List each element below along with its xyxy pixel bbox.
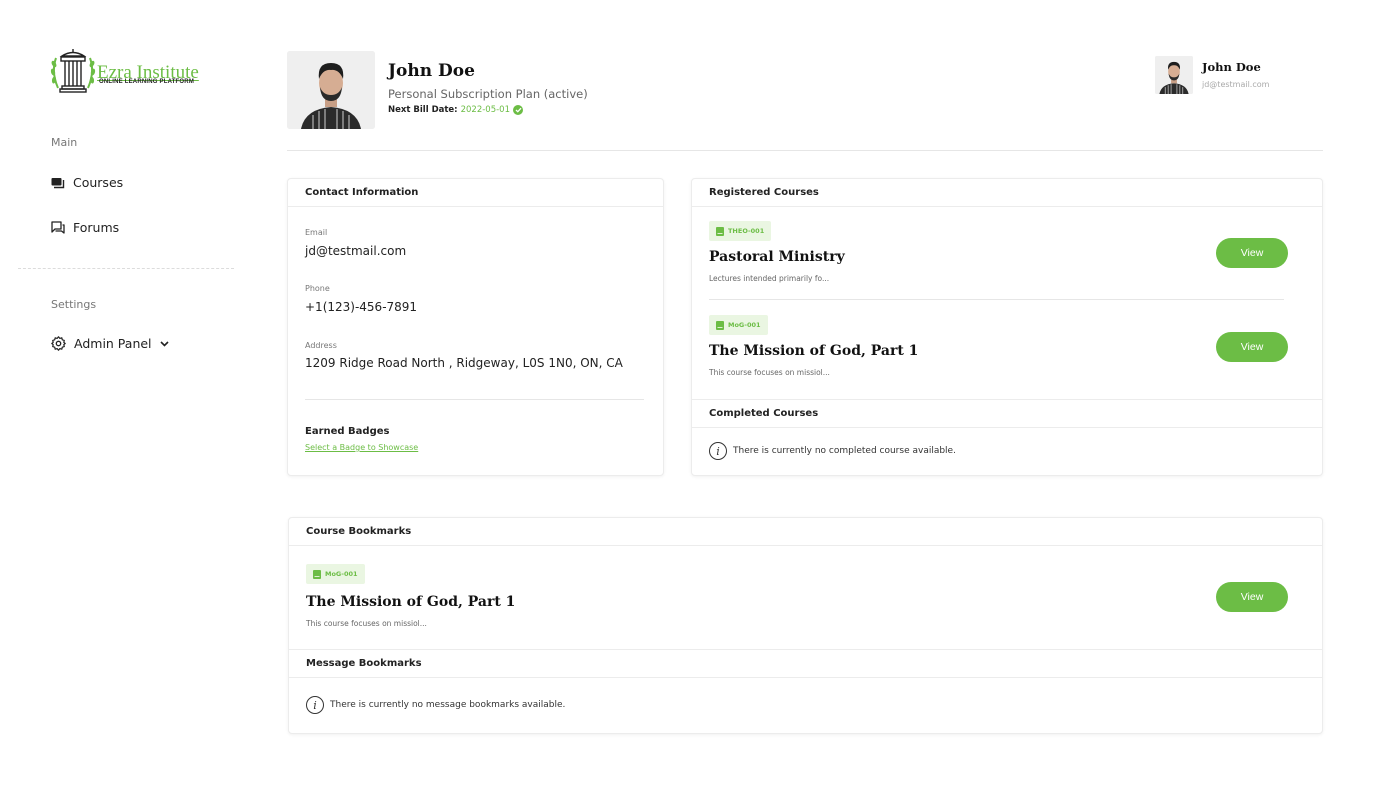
main-section-label: Main bbox=[51, 136, 78, 149]
bookmarks-card: Course Bookmarks MoG-001 The Mission of … bbox=[288, 517, 1323, 734]
sidebar-item-label: Courses bbox=[73, 175, 124, 190]
address-label: Address bbox=[305, 341, 337, 350]
next-bill-date: Next Bill Date: 2022-05-01 bbox=[388, 105, 523, 115]
user-menu-avatar[interactable] bbox=[1155, 56, 1193, 94]
info-icon: i bbox=[306, 696, 324, 714]
sidebar-item-admin-panel[interactable]: Admin Panel bbox=[51, 336, 169, 351]
header-divider bbox=[287, 150, 1323, 151]
contact-information-card: Contact Information Email jd@testmail.co… bbox=[287, 178, 664, 476]
check-circle-icon bbox=[513, 105, 523, 115]
select-badge-link[interactable]: Select a Badge to Showcase bbox=[305, 443, 418, 452]
chevron-down-icon bbox=[159, 340, 169, 347]
course-description: This course focuses on missiol... bbox=[306, 619, 427, 628]
course-code: MoG-001 bbox=[325, 570, 358, 578]
sidebar-item-courses[interactable]: Courses bbox=[51, 175, 123, 190]
email-label: Email bbox=[305, 228, 328, 237]
view-course-button[interactable]: View bbox=[1216, 332, 1288, 362]
empty-message: There is currently no completed course a… bbox=[733, 446, 956, 456]
empty-message: There is currently no message bookmarks … bbox=[330, 700, 566, 710]
contact-card-title: Contact Information bbox=[288, 179, 663, 207]
course-code-tag: MoG-001 bbox=[709, 315, 768, 335]
course-title: Pastoral Ministry bbox=[709, 249, 845, 265]
view-course-button[interactable]: View bbox=[1216, 582, 1288, 612]
brand-tagline: ONLINE LEARNING PLATFORM bbox=[99, 79, 195, 85]
book-icon bbox=[716, 226, 724, 236]
book-icon bbox=[313, 569, 321, 579]
course-code-tag: THEO-001 bbox=[709, 221, 772, 241]
user-menu-email: jd@testmail.com bbox=[1202, 80, 1270, 89]
course-code: MoG-001 bbox=[728, 321, 761, 329]
registered-courses-card: Registered Courses THEO-001 Pastoral Min… bbox=[691, 178, 1323, 476]
completed-courses-empty: i There is currently no completed course… bbox=[709, 442, 956, 460]
message-bookmarks-title: Message Bookmarks bbox=[289, 649, 1322, 678]
course-code-tag: MoG-001 bbox=[306, 564, 365, 584]
profile-photo bbox=[287, 51, 375, 129]
course-description: This course focuses on missiol... bbox=[709, 368, 830, 377]
sidebar-item-label: Admin Panel bbox=[74, 336, 152, 351]
completed-courses-title: Completed Courses bbox=[692, 399, 1322, 428]
gear-icon bbox=[51, 336, 66, 351]
email-value: jd@testmail.com bbox=[305, 244, 407, 258]
course-description: Lectures intended primarily fo... bbox=[709, 274, 830, 283]
avatar bbox=[287, 51, 375, 129]
subscription-plan: Personal Subscription Plan (active) bbox=[388, 87, 588, 101]
avatar bbox=[1155, 56, 1193, 94]
settings-section-label: Settings bbox=[51, 298, 97, 311]
contact-divider bbox=[305, 399, 644, 400]
sidebar: Ezra Institute ONLINE LEARNING PLATFORM … bbox=[0, 0, 240, 811]
pillar-logo-icon bbox=[50, 49, 96, 93]
address-value: 1209 Ridge Road North , Ridgeway, L0S 1N… bbox=[305, 356, 623, 370]
brand-logo[interactable]: Ezra Institute ONLINE LEARNING PLATFORM bbox=[50, 46, 210, 96]
info-icon: i bbox=[709, 442, 727, 460]
sidebar-item-forums[interactable]: Forums bbox=[51, 220, 119, 235]
bill-date-value: 2022-05-01 bbox=[460, 105, 510, 115]
phone-value: +1(123)-456-7891 bbox=[305, 300, 418, 314]
sidebar-item-label: Forums bbox=[73, 220, 120, 235]
view-course-button[interactable]: View bbox=[1216, 238, 1288, 268]
sidebar-divider bbox=[18, 268, 234, 269]
courses-icon bbox=[51, 177, 65, 188]
forums-icon bbox=[51, 221, 65, 234]
message-bookmarks-empty: i There is currently no message bookmark… bbox=[306, 696, 565, 714]
profile-name: John Doe bbox=[388, 61, 475, 81]
course-divider bbox=[709, 299, 1284, 300]
course-bookmarks-title: Course Bookmarks bbox=[289, 518, 1322, 546]
bill-date-label: Next Bill Date: bbox=[388, 105, 458, 115]
earned-badges-title: Earned Badges bbox=[305, 426, 390, 437]
phone-label: Phone bbox=[305, 284, 330, 293]
course-title: The Mission of God, Part 1 bbox=[709, 343, 919, 359]
user-menu-name[interactable]: John Doe bbox=[1202, 60, 1261, 74]
course-code: THEO-001 bbox=[728, 227, 765, 235]
course-title: The Mission of God, Part 1 bbox=[306, 594, 516, 610]
book-icon bbox=[716, 320, 724, 330]
registered-courses-title: Registered Courses bbox=[692, 179, 1322, 207]
